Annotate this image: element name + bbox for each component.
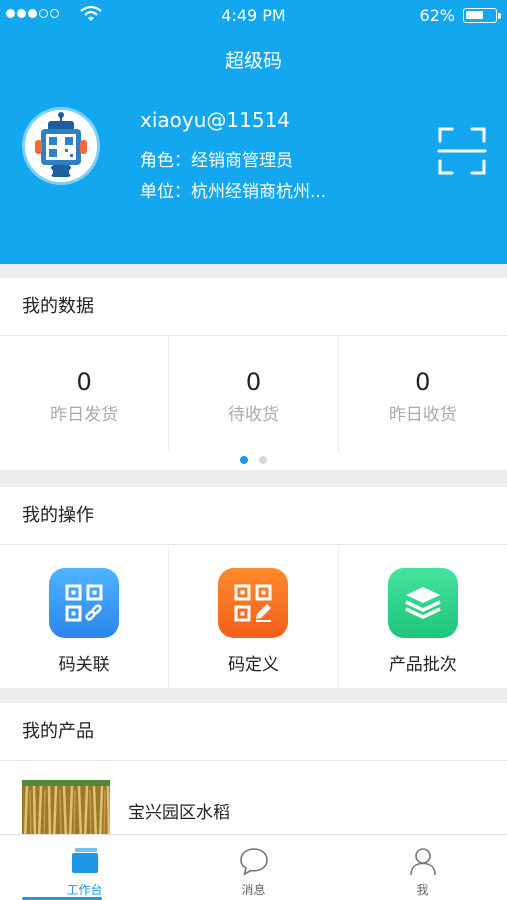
user-role: 角色：经销商管理员 [140,151,293,171]
stat-yesterday-received[interactable]: 0 昨日收货 [339,337,507,452]
tab-bar: 工作台 消息 我 [0,834,507,900]
layers-icon [387,568,458,638]
stat-label: 待收货 [227,405,279,425]
section-title-my-operations: 我的操作 [0,487,507,545]
message-icon [239,848,268,876]
stat-value: 0 [415,368,431,396]
tab-label: 工作台 [66,883,103,897]
user-icon [409,848,436,876]
user-unit: 单位：杭州经销商杭州... [140,182,327,202]
section-title-my-data: 我的数据 [0,278,507,336]
tab-label: 我 [416,883,429,897]
page-dot-active [240,456,248,464]
tab-workbench[interactable]: 工作台 [0,835,169,900]
status-bar: 4:49 PM 62% [0,0,507,30]
workbench-icon [71,848,98,873]
stat-value: 0 [76,368,92,396]
username: xiaoyu@11514 [140,108,291,132]
op-label: 产品批次 [388,655,457,675]
stat-value: 0 [245,368,262,396]
product-item[interactable]: 宝兴园区水稻 [0,762,507,842]
tab-label: 消息 [241,883,266,897]
robot-avatar-icon [35,112,87,177]
operations-grid: 码关联 码定义 产品批次 [0,546,507,690]
battery-percentage: 62% [419,6,455,25]
scan-icon[interactable] [436,125,488,177]
avatar[interactable] [22,107,100,185]
product-name: 宝兴园区水稻 [128,803,230,823]
my-data-section: 我的数据 0 昨日发货 0 待收货 0 昨日收货 [0,278,507,470]
stat-label: 昨日发货 [50,405,119,425]
stat-pending-receipt[interactable]: 0 待收货 [169,337,339,452]
qr-link-icon [49,568,120,638]
tab-me[interactable]: 我 [338,835,507,900]
op-label: 码定义 [227,655,279,675]
op-product-batch[interactable]: 产品批次 [339,546,507,690]
stats-row: 0 昨日发货 0 待收货 0 昨日收货 [0,337,507,452]
qr-edit-icon [218,568,289,638]
page-indicator [0,456,507,464]
op-label: 码关联 [58,655,110,675]
page-title: 超级码 [224,50,282,72]
stat-yesterday-shipped[interactable]: 0 昨日发货 [0,337,170,452]
page-dot [259,456,267,464]
battery-icon [463,8,501,23]
section-title-my-products: 我的产品 [0,703,507,761]
tab-messages[interactable]: 消息 [169,835,338,900]
product-image [22,780,110,840]
op-code-define[interactable]: 码定义 [169,546,339,690]
my-operations-section: 我的操作 码关联 码定义 产品批次 [0,487,507,690]
my-products-section: 我的产品 宝兴园区水稻 [0,703,507,840]
op-code-link[interactable]: 码关联 [0,546,170,690]
profile-header: 4:49 PM 62% 超级码 xiaoyu@11514 角色：经销商管理员 单… [0,0,507,264]
stat-label: 昨日收货 [388,405,457,425]
